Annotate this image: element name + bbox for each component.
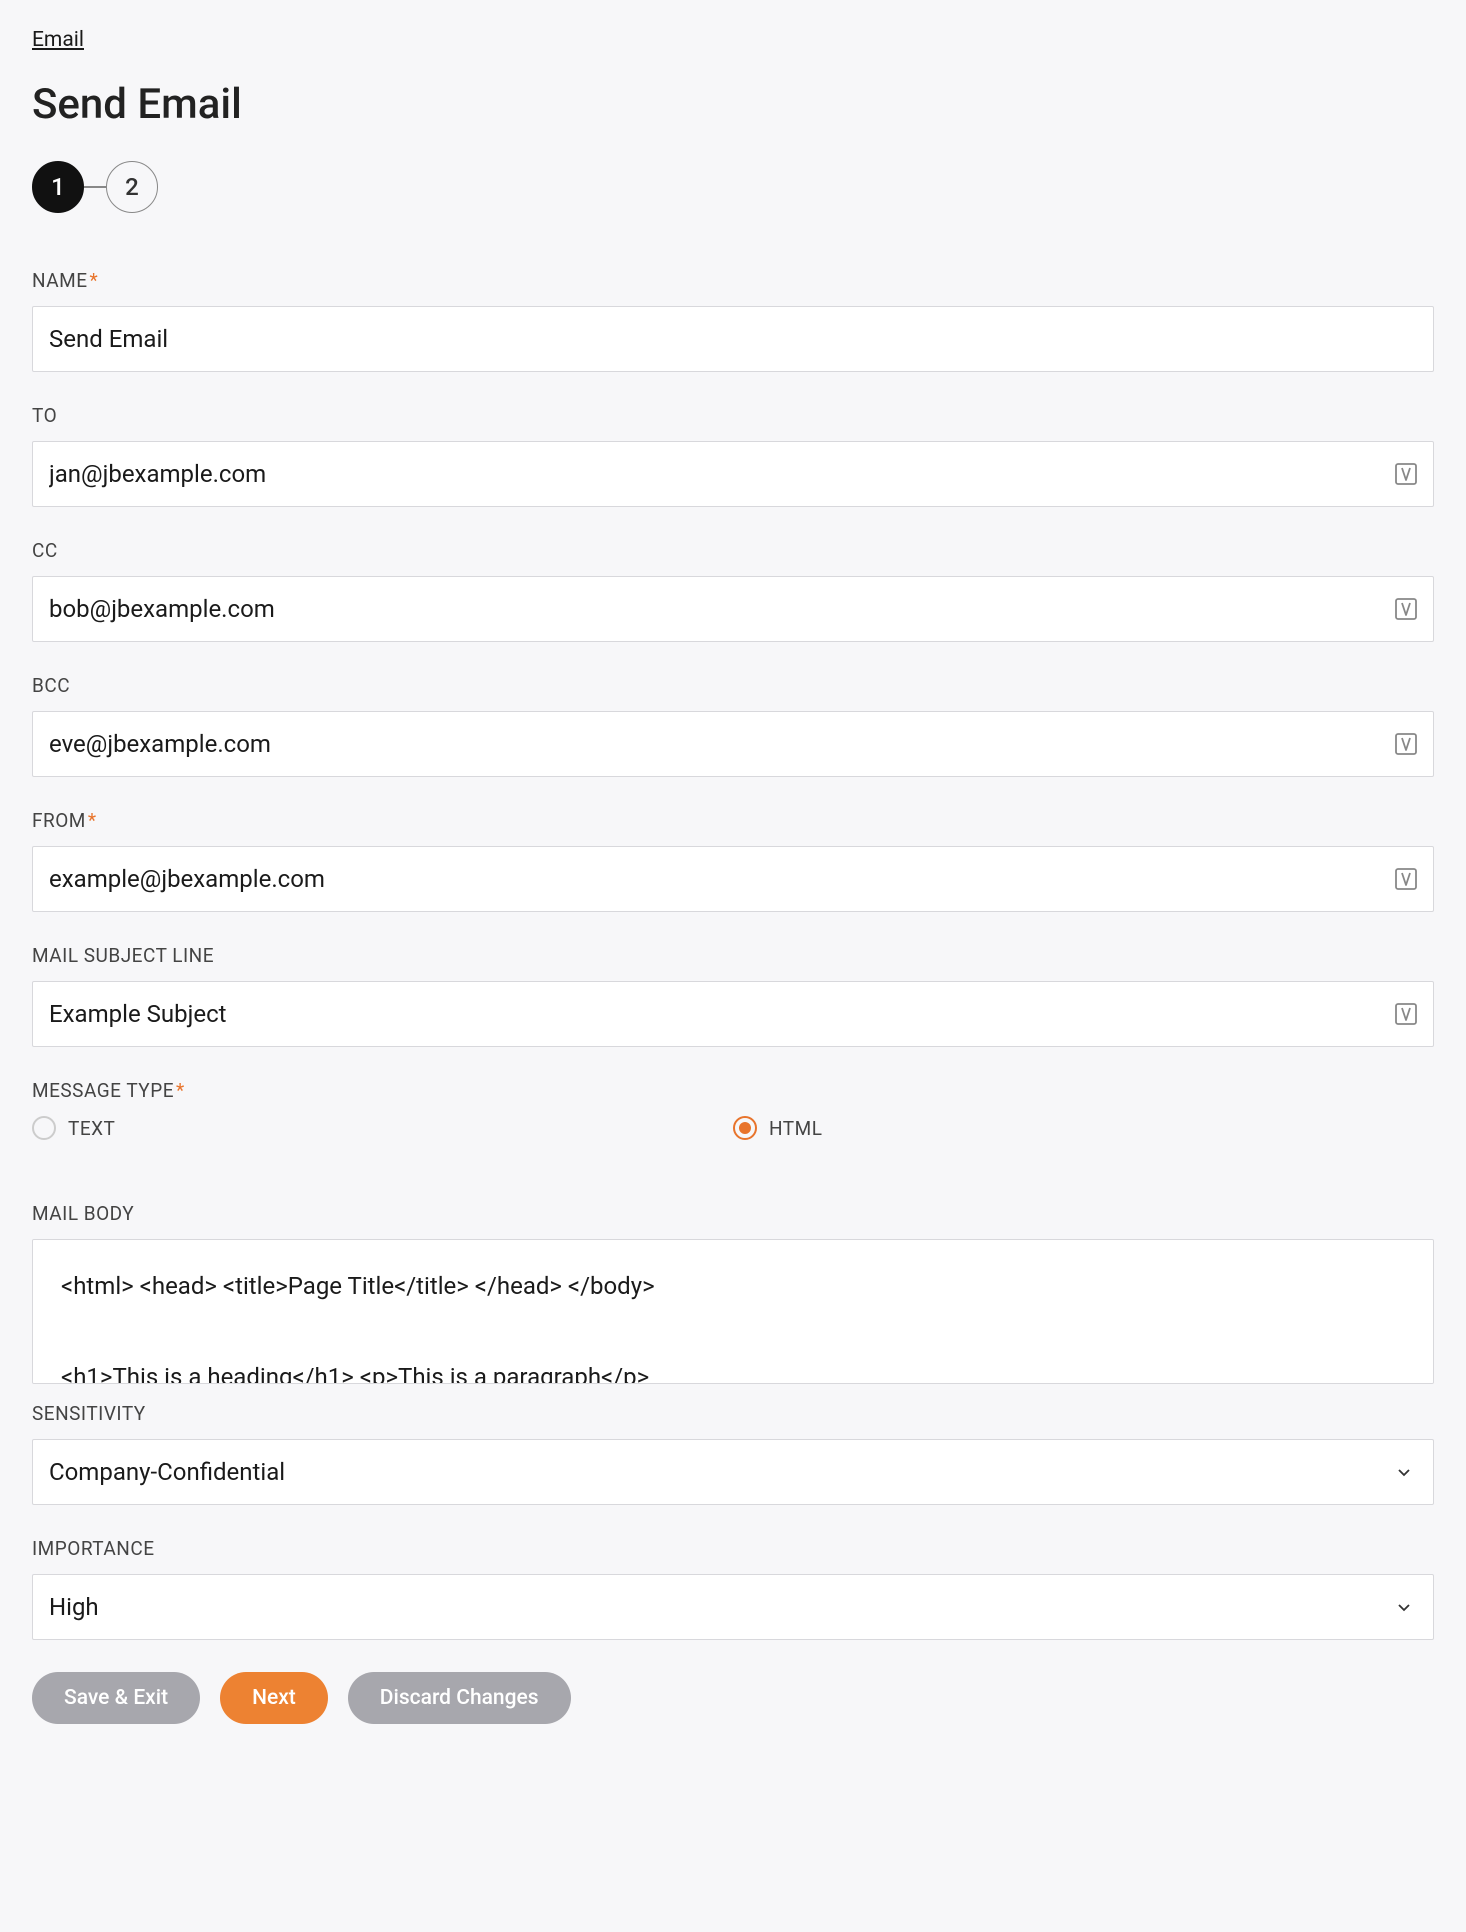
variable-icon[interactable] xyxy=(1394,732,1418,756)
field-group-mail-body: MAIL BODY <html> <head> <title>Page Titl… xyxy=(32,1202,1434,1384)
importance-select[interactable] xyxy=(32,1574,1434,1640)
sensitivity-select[interactable] xyxy=(32,1439,1434,1505)
save-exit-button[interactable]: Save & Exit xyxy=(32,1672,200,1724)
bcc-input[interactable] xyxy=(32,711,1434,777)
step-1[interactable]: 1 xyxy=(32,161,84,213)
radio-label-text: TEXT xyxy=(68,1117,115,1140)
mail-body-textarea[interactable]: <html> <head> <title>Page Title</title> … xyxy=(32,1239,1434,1384)
variable-icon[interactable] xyxy=(1394,867,1418,891)
name-input[interactable] xyxy=(32,306,1434,372)
label-mail-body: MAIL BODY xyxy=(32,1202,1434,1225)
field-group-subject: MAIL SUBJECT LINE xyxy=(32,944,1434,1047)
radio-circle-icon xyxy=(32,1116,56,1140)
variable-icon[interactable] xyxy=(1394,462,1418,486)
required-marker: * xyxy=(90,269,99,292)
label-message-type-text: MESSAGE TYPE xyxy=(32,1079,174,1102)
next-button[interactable]: Next xyxy=(220,1672,328,1724)
variable-icon[interactable] xyxy=(1394,1002,1418,1026)
field-group-to: TO xyxy=(32,404,1434,507)
button-row: Save & Exit Next Discard Changes xyxy=(32,1672,1434,1724)
label-bcc: BCC xyxy=(32,674,1434,697)
discard-button[interactable]: Discard Changes xyxy=(348,1672,571,1724)
label-message-type: MESSAGE TYPE* xyxy=(32,1079,1434,1102)
field-group-bcc: BCC xyxy=(32,674,1434,777)
variable-icon[interactable] xyxy=(1394,597,1418,621)
stepper: 1 2 xyxy=(32,161,1434,213)
field-group-name: NAME* xyxy=(32,269,1434,372)
label-importance: IMPORTANCE xyxy=(32,1537,1434,1560)
field-group-importance: IMPORTANCE xyxy=(32,1537,1434,1640)
label-name: NAME* xyxy=(32,269,1434,292)
label-cc: CC xyxy=(32,539,1434,562)
radio-circle-icon xyxy=(733,1116,757,1140)
breadcrumb-email[interactable]: Email xyxy=(32,28,84,52)
radio-label-html: HTML xyxy=(769,1117,822,1140)
label-to: TO xyxy=(32,404,1434,427)
required-marker: * xyxy=(176,1079,185,1102)
field-group-from: FROM* xyxy=(32,809,1434,912)
label-from-text: FROM xyxy=(32,809,86,832)
label-subject: MAIL SUBJECT LINE xyxy=(32,944,1434,967)
label-sensitivity: SENSITIVITY xyxy=(32,1402,1434,1425)
field-group-cc: CC xyxy=(32,539,1434,642)
label-from: FROM* xyxy=(32,809,1434,832)
subject-input[interactable] xyxy=(32,981,1434,1047)
cc-input[interactable] xyxy=(32,576,1434,642)
required-marker: * xyxy=(88,809,97,832)
from-input[interactable] xyxy=(32,846,1434,912)
field-group-sensitivity: SENSITIVITY xyxy=(32,1402,1434,1505)
radio-option-html[interactable]: HTML xyxy=(733,1116,1434,1140)
field-group-message-type: MESSAGE TYPE* TEXT HTML xyxy=(32,1079,1434,1140)
step-connector xyxy=(84,186,106,188)
page-title: Send Email xyxy=(32,80,1434,129)
label-name-text: NAME xyxy=(32,269,88,292)
step-2[interactable]: 2 xyxy=(106,161,158,213)
to-input[interactable] xyxy=(32,441,1434,507)
radio-dot-icon xyxy=(739,1122,751,1134)
radio-option-text[interactable]: TEXT xyxy=(32,1116,733,1140)
